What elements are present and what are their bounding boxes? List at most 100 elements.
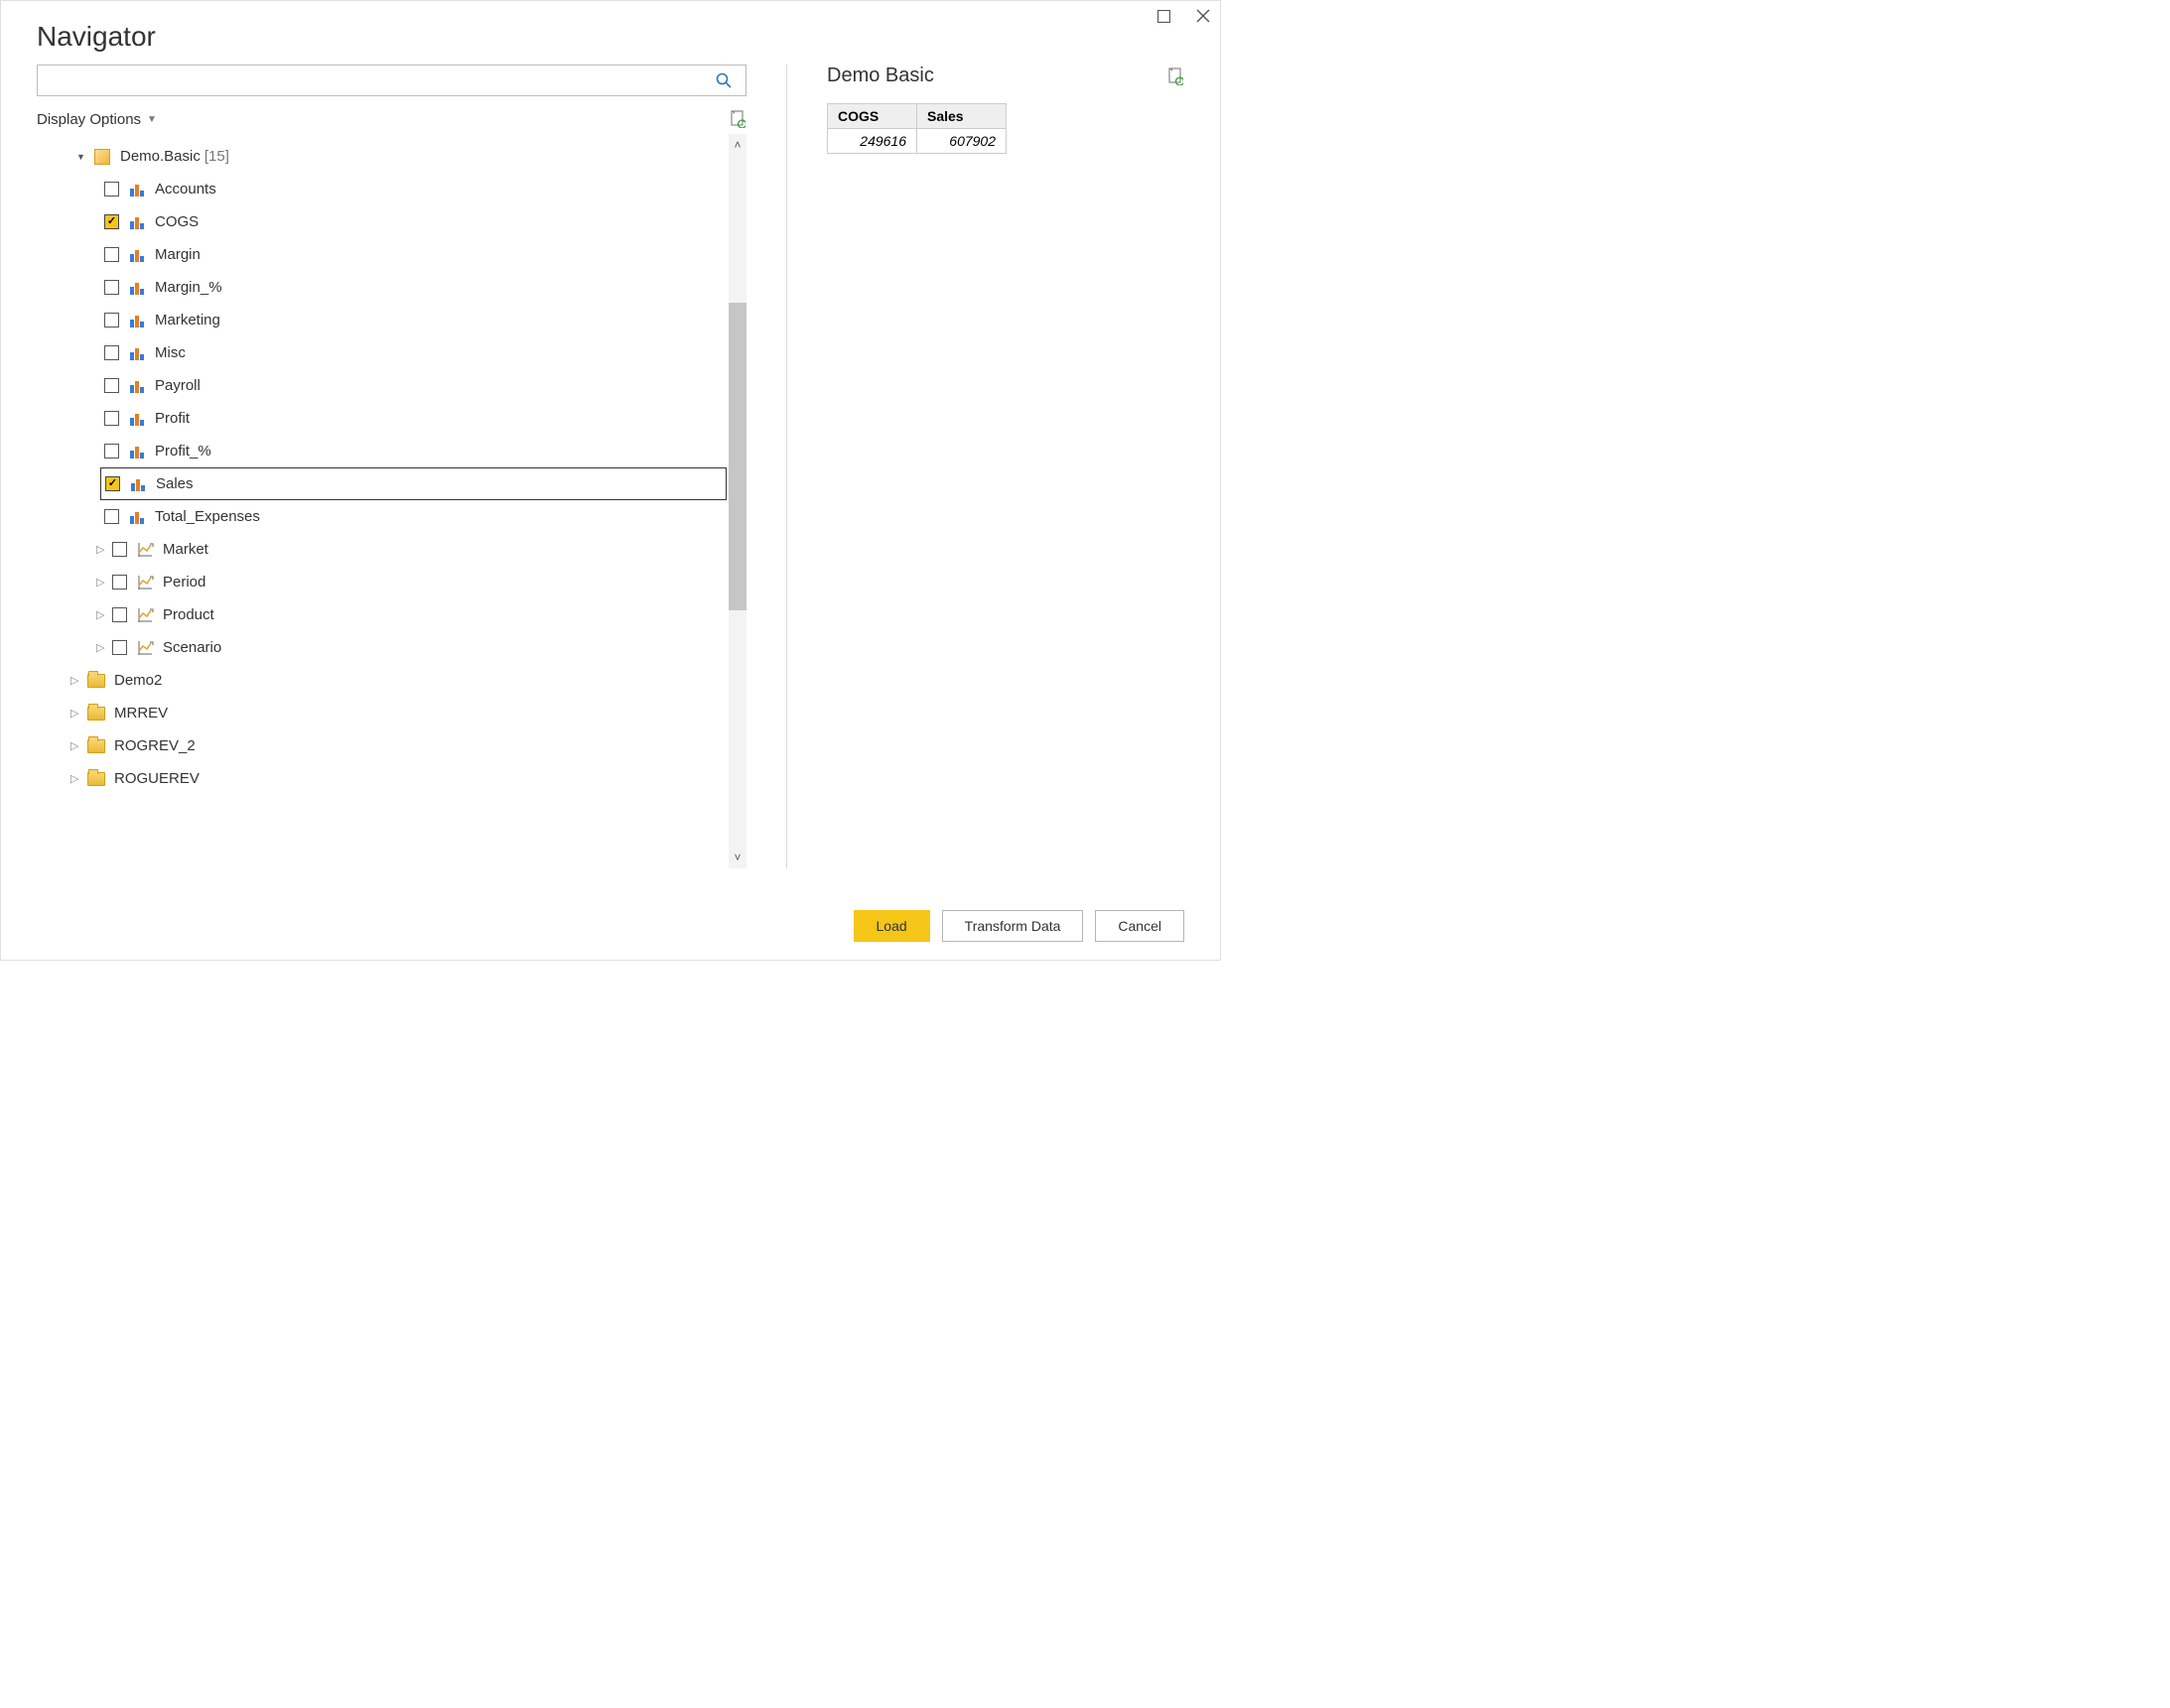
tree-item[interactable]: Payroll [100,369,727,402]
tree-item[interactable]: Misc [100,336,727,369]
search-box[interactable] [37,65,746,96]
scrollbar[interactable]: ˄ ˅ [729,134,746,868]
measure-icon [127,312,147,329]
checkbox[interactable] [104,214,119,229]
tree-item-label: Scenario [163,639,221,656]
caret-icon[interactable] [96,543,110,556]
tree-item-label: Profit_% [155,443,211,460]
display-options[interactable]: Display Options ▼ [37,111,157,128]
preview-title: Demo Basic [827,65,934,87]
tree-folder[interactable]: ROGUEREV [67,762,727,795]
preview-table: COGSSales249616607902 [827,103,1007,154]
caret-icon[interactable] [96,576,110,589]
tree-item[interactable]: Margin [100,238,727,271]
tree-folder[interactable]: Demo2 [67,664,727,697]
navigator-tree: Demo.Basic [15] Accounts COGSMarginMargin_… [37,134,727,868]
display-options-label: Display Options [37,111,141,128]
caret-icon[interactable] [70,772,84,785]
dialog-footer: Load Transform Data Cancel [854,910,1184,942]
refresh-button[interactable] [729,110,746,128]
dimension-icon [135,606,155,624]
tree-dimension[interactable]: Product [92,598,727,631]
measure-icon [127,181,147,198]
checkbox[interactable] [112,640,127,655]
checkbox[interactable] [104,444,119,459]
close-button[interactable] [1190,3,1216,29]
search-input[interactable] [38,72,716,88]
dimension-icon [135,574,155,591]
checkbox[interactable] [104,509,119,524]
tree-item-label: Demo2 [114,672,162,689]
tree-root[interactable]: Demo.Basic [15] [72,140,727,173]
tree-folder[interactable]: ROGREV_2 [67,729,727,762]
caret-icon[interactable] [96,608,110,621]
cancel-button[interactable]: Cancel [1095,910,1184,942]
checkbox[interactable] [104,313,119,328]
caret-icon[interactable] [76,151,90,163]
caret-icon[interactable] [70,674,84,687]
measure-icon [127,344,147,362]
tree-folder[interactable]: MRREV [67,697,727,729]
scroll-down[interactable]: ˅ [729,849,746,866]
tree-item-label: Misc [155,344,186,361]
measure-icon [127,410,147,428]
scroll-thumb[interactable] [729,303,746,610]
measure-icon [127,246,147,264]
tree-item-label: Market [163,541,208,558]
preview-refresh-button[interactable] [1166,67,1184,85]
folder-icon [86,672,106,690]
tree-dimension[interactable]: Scenario [92,631,727,664]
tree-item-label: Period [163,574,205,591]
checkbox[interactable] [112,542,127,557]
caret-icon[interactable] [96,641,110,654]
checkbox[interactable] [112,575,127,590]
tree-dimension[interactable]: Market [92,533,727,566]
tree-item[interactable]: Profit [100,402,727,435]
checkbox[interactable] [104,280,119,295]
checkbox[interactable] [104,345,119,360]
measure-icon [127,508,147,526]
checkbox[interactable] [112,607,127,622]
tree-item[interactable]: COGS [100,205,727,238]
measure-icon [127,279,147,297]
folder-icon [86,705,106,723]
dimension-icon [135,639,155,657]
window-controls [1151,3,1216,29]
caret-icon[interactable] [70,739,84,752]
scroll-up[interactable]: ˄ [729,136,746,154]
table-row: 249616607902 [828,129,1007,154]
caret-icon[interactable] [70,707,84,720]
tree-item-label: MRREV [114,705,168,722]
tree-item[interactable]: Marketing [100,304,727,336]
tree-item-label: Product [163,606,214,623]
folder-icon [86,737,106,755]
tree-item-label: Profit [155,410,190,427]
tree-item[interactable]: Profit_% [100,435,727,467]
checkbox[interactable] [104,378,119,393]
checkbox[interactable] [104,247,119,262]
tree-dimension[interactable]: Period [92,566,727,598]
tree-wrap: Demo.Basic [15] Accounts COGSMarginMargin_… [37,134,746,868]
dialog-title: Navigator [1,1,1220,65]
measure-icon [127,443,147,460]
transform-data-button[interactable]: Transform Data [942,910,1084,942]
checkbox[interactable] [105,476,120,491]
tree-item-label: Accounts [155,181,216,197]
left-panel: Display Options ▼ Demo.Basic [15] Account… [37,65,746,868]
measure-icon [128,475,148,493]
tree-item-label: ROGUEREV [114,770,200,787]
folder-icon [86,770,106,788]
main-area: Display Options ▼ Demo.Basic [15] Account… [1,65,1220,868]
tree-item[interactable]: Margin_% [100,271,727,304]
tree-item[interactable]: Sales [100,467,727,500]
checkbox[interactable] [104,411,119,426]
checkbox[interactable] [104,182,119,197]
search-icon[interactable] [716,72,746,88]
preview-panel: Demo Basic COGSSales249616607902 [827,65,1184,868]
tree-item[interactable]: Total_Expenses [100,500,727,533]
tree-item[interactable]: Accounts [100,173,727,205]
tree-item-label: ROGREV_2 [114,737,196,754]
tree-item-label: Sales [156,475,194,492]
maximize-button[interactable] [1151,3,1176,29]
load-button[interactable]: Load [854,910,930,942]
